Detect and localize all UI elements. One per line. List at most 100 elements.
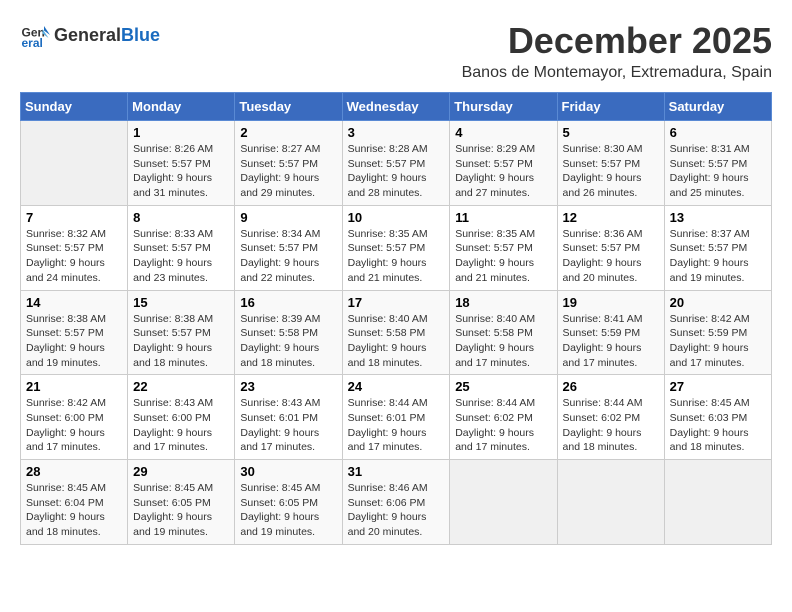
page-title: December 2025 bbox=[462, 20, 772, 62]
cell-info: Sunrise: 8:34 AM Sunset: 5:57 PM Dayligh… bbox=[240, 227, 336, 286]
calendar-cell: 20 Sunrise: 8:42 AM Sunset: 5:59 PM Dayli… bbox=[664, 290, 771, 375]
week-row-5: 28 Sunrise: 8:45 AM Sunset: 6:04 PM Dayli… bbox=[21, 460, 772, 545]
calendar-cell: 7Sunrise: 8:32 AM Sunset: 5:57 PM Daylig… bbox=[21, 205, 128, 290]
page-subtitle: Banos de Montemayor, Extremadura, Spain bbox=[462, 64, 772, 82]
column-header-thursday: Thursday bbox=[450, 93, 557, 121]
cell-info: Sunrise: 8:29 AM Sunset: 5:57 PM Dayligh… bbox=[455, 142, 551, 201]
cell-info: Sunrise: 8:45 AM Sunset: 6:04 PM Dayligh… bbox=[26, 481, 122, 540]
day-number: 12 bbox=[563, 210, 659, 225]
calendar-cell: 30 Sunrise: 8:45 AM Sunset: 6:05 PM Dayli… bbox=[235, 460, 342, 545]
day-number: 8 bbox=[133, 210, 229, 225]
week-row-4: 21Sunrise: 8:42 AM Sunset: 6:00 PM Dayli… bbox=[21, 375, 772, 460]
day-number: 29 bbox=[133, 464, 229, 479]
calendar-cell: 14Sunrise: 8:38 AM Sunset: 5:57 PM Dayli… bbox=[21, 290, 128, 375]
cell-info: Sunrise: 8:35 AM Sunset: 5:57 PM Dayligh… bbox=[455, 227, 551, 286]
day-number: 18 bbox=[455, 295, 551, 310]
day-number: 2 bbox=[240, 125, 336, 140]
calendar-cell: 16 Sunrise: 8:39 AM Sunset: 5:58 PM Dayli… bbox=[235, 290, 342, 375]
cell-info: Sunrise: 8:39 AM Sunset: 5:58 PM Dayligh… bbox=[240, 312, 336, 371]
day-number: 30 bbox=[240, 464, 336, 479]
day-number: 7 bbox=[26, 210, 122, 225]
day-number: 6 bbox=[670, 125, 766, 140]
logo-blue: Blue bbox=[121, 25, 160, 46]
column-header-tuesday: Tuesday bbox=[235, 93, 342, 121]
calendar-cell: 24 Sunrise: 8:44 AM Sunset: 6:01 PM Dayli… bbox=[342, 375, 450, 460]
cell-info: Sunrise: 8:38 AM Sunset: 5:57 PM Dayligh… bbox=[26, 312, 122, 371]
cell-info: Sunrise: 8:44 AM Sunset: 6:01 PM Dayligh… bbox=[348, 396, 445, 455]
day-number: 22 bbox=[133, 379, 229, 394]
cell-info: Sunrise: 8:45 AM Sunset: 6:03 PM Dayligh… bbox=[670, 396, 766, 455]
day-number: 16 bbox=[240, 295, 336, 310]
calendar-cell: 18 Sunrise: 8:40 AM Sunset: 5:58 PM Dayli… bbox=[450, 290, 557, 375]
day-number: 19 bbox=[563, 295, 659, 310]
day-number: 5 bbox=[563, 125, 659, 140]
day-number: 4 bbox=[455, 125, 551, 140]
calendar-cell: 10Sunrise: 8:35 AM Sunset: 5:57 PM Dayli… bbox=[342, 205, 450, 290]
day-number: 25 bbox=[455, 379, 551, 394]
calendar-cell: 17 Sunrise: 8:40 AM Sunset: 5:58 PM Dayli… bbox=[342, 290, 450, 375]
day-number: 24 bbox=[348, 379, 445, 394]
cell-info: Sunrise: 8:36 AM Sunset: 5:57 PM Dayligh… bbox=[563, 227, 659, 286]
day-number: 9 bbox=[240, 210, 336, 225]
calendar-cell: 2 Sunrise: 8:27 AM Sunset: 5:57 PM Daylig… bbox=[235, 121, 342, 206]
cell-info: Sunrise: 8:31 AM Sunset: 5:57 PM Dayligh… bbox=[670, 142, 766, 201]
day-number: 17 bbox=[348, 295, 445, 310]
day-number: 31 bbox=[348, 464, 445, 479]
header-row: SundayMondayTuesdayWednesdayThursdayFrid… bbox=[21, 93, 772, 121]
week-row-3: 14Sunrise: 8:38 AM Sunset: 5:57 PM Dayli… bbox=[21, 290, 772, 375]
calendar-cell: 5Sunrise: 8:30 AM Sunset: 5:57 PM Daylig… bbox=[557, 121, 664, 206]
calendar-cell: 1Sunrise: 8:26 AM Sunset: 5:57 PM Daylig… bbox=[128, 121, 235, 206]
cell-info: Sunrise: 8:38 AM Sunset: 5:57 PM Dayligh… bbox=[133, 312, 229, 371]
logo-general: General bbox=[54, 25, 121, 46]
day-number: 20 bbox=[670, 295, 766, 310]
calendar-cell bbox=[21, 121, 128, 206]
cell-info: Sunrise: 8:33 AM Sunset: 5:57 PM Dayligh… bbox=[133, 227, 229, 286]
day-number: 15 bbox=[133, 295, 229, 310]
day-number: 28 bbox=[26, 464, 122, 479]
day-number: 21 bbox=[26, 379, 122, 394]
cell-info: Sunrise: 8:45 AM Sunset: 6:05 PM Dayligh… bbox=[240, 481, 336, 540]
svg-text:eral: eral bbox=[22, 36, 43, 50]
cell-info: Sunrise: 8:44 AM Sunset: 6:02 PM Dayligh… bbox=[563, 396, 659, 455]
day-number: 3 bbox=[348, 125, 445, 140]
calendar-cell: 8 Sunrise: 8:33 AM Sunset: 5:57 PM Daylig… bbox=[128, 205, 235, 290]
week-row-1: 1Sunrise: 8:26 AM Sunset: 5:57 PM Daylig… bbox=[21, 121, 772, 206]
calendar-cell: 6 Sunrise: 8:31 AM Sunset: 5:57 PM Daylig… bbox=[664, 121, 771, 206]
calendar-cell: 12 Sunrise: 8:36 AM Sunset: 5:57 PM Dayli… bbox=[557, 205, 664, 290]
logo: Gen eral General Blue bbox=[20, 20, 160, 50]
calendar-cell: 11 Sunrise: 8:35 AM Sunset: 5:57 PM Dayli… bbox=[450, 205, 557, 290]
calendar-cell: 31 Sunrise: 8:46 AM Sunset: 6:06 PM Dayli… bbox=[342, 460, 450, 545]
cell-info: Sunrise: 8:37 AM Sunset: 5:57 PM Dayligh… bbox=[670, 227, 766, 286]
day-number: 11 bbox=[455, 210, 551, 225]
calendar-cell: 3Sunrise: 8:28 AM Sunset: 5:57 PM Daylig… bbox=[342, 121, 450, 206]
calendar-table: SundayMondayTuesdayWednesdayThursdayFrid… bbox=[20, 92, 772, 545]
day-number: 1 bbox=[133, 125, 229, 140]
cell-info: Sunrise: 8:41 AM Sunset: 5:59 PM Dayligh… bbox=[563, 312, 659, 371]
day-number: 10 bbox=[348, 210, 445, 225]
day-number: 13 bbox=[670, 210, 766, 225]
column-header-wednesday: Wednesday bbox=[342, 93, 450, 121]
calendar-cell: 9 Sunrise: 8:34 AM Sunset: 5:57 PM Daylig… bbox=[235, 205, 342, 290]
calendar-cell: 4 Sunrise: 8:29 AM Sunset: 5:57 PM Daylig… bbox=[450, 121, 557, 206]
cell-info: Sunrise: 8:43 AM Sunset: 6:01 PM Dayligh… bbox=[240, 396, 336, 455]
title-area: December 2025 Banos de Montemayor, Extre… bbox=[462, 20, 772, 82]
calendar-cell bbox=[557, 460, 664, 545]
cell-info: Sunrise: 8:44 AM Sunset: 6:02 PM Dayligh… bbox=[455, 396, 551, 455]
calendar-cell: 21Sunrise: 8:42 AM Sunset: 6:00 PM Dayli… bbox=[21, 375, 128, 460]
cell-info: Sunrise: 8:45 AM Sunset: 6:05 PM Dayligh… bbox=[133, 481, 229, 540]
day-number: 27 bbox=[670, 379, 766, 394]
calendar-cell: 27 Sunrise: 8:45 AM Sunset: 6:03 PM Dayli… bbox=[664, 375, 771, 460]
calendar-cell bbox=[450, 460, 557, 545]
column-header-monday: Monday bbox=[128, 93, 235, 121]
cell-info: Sunrise: 8:27 AM Sunset: 5:57 PM Dayligh… bbox=[240, 142, 336, 201]
cell-info: Sunrise: 8:46 AM Sunset: 6:06 PM Dayligh… bbox=[348, 481, 445, 540]
day-number: 23 bbox=[240, 379, 336, 394]
calendar-cell: 15 Sunrise: 8:38 AM Sunset: 5:57 PM Dayli… bbox=[128, 290, 235, 375]
calendar-cell: 19 Sunrise: 8:41 AM Sunset: 5:59 PM Dayli… bbox=[557, 290, 664, 375]
cell-info: Sunrise: 8:42 AM Sunset: 5:59 PM Dayligh… bbox=[670, 312, 766, 371]
cell-info: Sunrise: 8:40 AM Sunset: 5:58 PM Dayligh… bbox=[348, 312, 445, 371]
cell-info: Sunrise: 8:40 AM Sunset: 5:58 PM Dayligh… bbox=[455, 312, 551, 371]
cell-info: Sunrise: 8:43 AM Sunset: 6:00 PM Dayligh… bbox=[133, 396, 229, 455]
day-number: 26 bbox=[563, 379, 659, 394]
column-header-saturday: Saturday bbox=[664, 93, 771, 121]
